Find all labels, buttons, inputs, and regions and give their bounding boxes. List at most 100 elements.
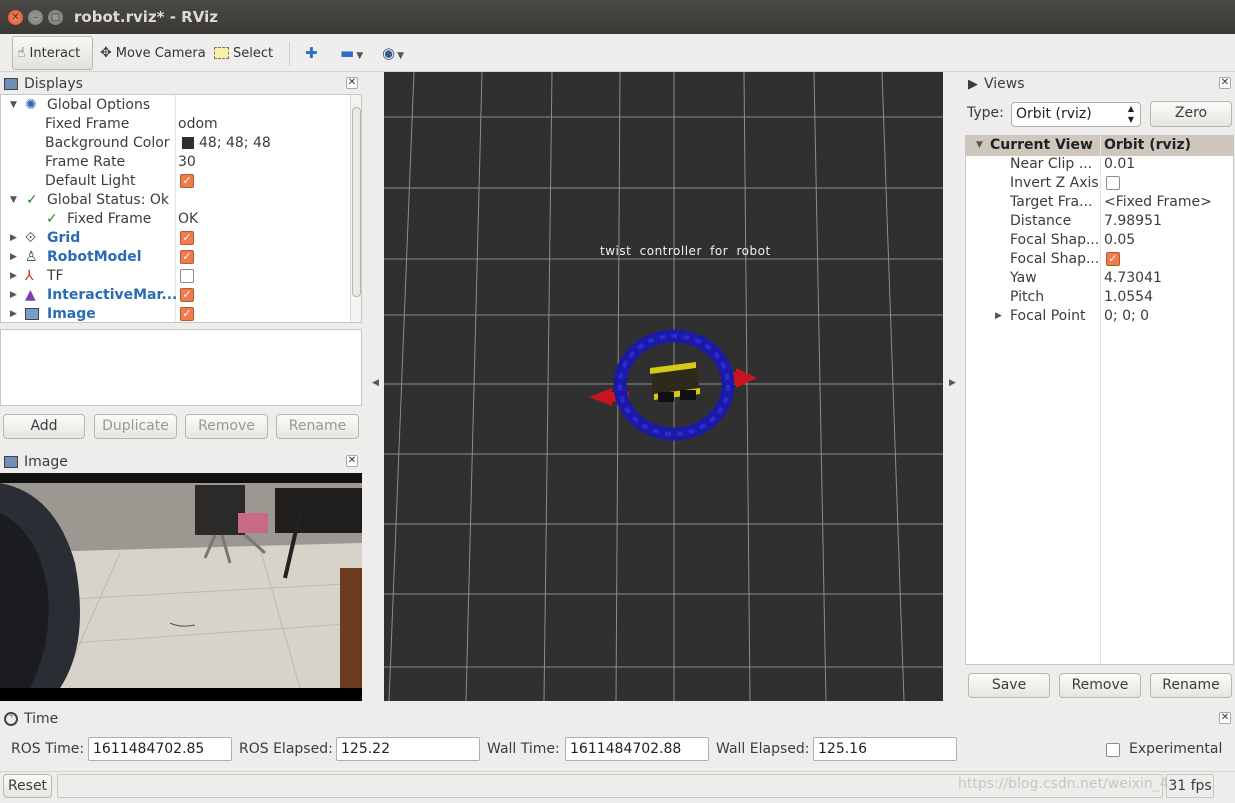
display-item-grid[interactable]: ▶ ⟐ Grid ✓ <box>1 229 341 248</box>
interactivemarkers-checkbox[interactable]: ✓ <box>180 286 194 305</box>
display-item-interactivemarkers[interactable]: ▶ ▲ InteractiveMar... ✓ <box>1 286 341 305</box>
left-splitter-arrow-icon[interactable]: ◀ <box>372 378 379 388</box>
target-frame-value[interactable]: <Fixed Frame> <box>1104 193 1212 212</box>
select-tool-button[interactable]: Select <box>210 36 277 70</box>
add-display-button[interactable]: Add <box>3 414 85 439</box>
chevron-down-icon: ▼ <box>356 51 364 61</box>
focal-point-value[interactable]: 0; 0; 0 <box>1104 307 1149 326</box>
displays-close-icon[interactable]: ✕ <box>346 77 358 89</box>
view-type-select[interactable]: Orbit (rviz) ▲ ▼ <box>1011 102 1141 127</box>
status-fixed-frame-row: ✓ Fixed Frame OK <box>1 210 301 229</box>
grid-and-marker <box>384 72 943 701</box>
select-label: Select <box>233 45 274 61</box>
zero-button[interactable]: Zero <box>1150 101 1232 127</box>
collapse-triangle-icon[interactable]: ▶ <box>10 229 17 248</box>
image-panel-close-icon[interactable]: ✕ <box>346 455 358 467</box>
pitch-value[interactable]: 1.0554 <box>1104 288 1153 307</box>
expand-triangle-icon[interactable]: ▼ <box>10 96 17 115</box>
ok-check-icon: ✓ <box>46 211 58 227</box>
column-divider <box>1100 136 1101 664</box>
add-tool-icon[interactable]: ✚ <box>305 44 318 62</box>
remove-display-button[interactable]: Remove <box>185 414 268 439</box>
expand-triangle-icon[interactable]: ▼ <box>10 191 17 210</box>
distance-value[interactable]: 7.98951 <box>1104 212 1162 231</box>
displays-scrollbar[interactable] <box>350 95 361 322</box>
background-color-value[interactable]: 48; 48; 48 <box>182 134 271 153</box>
type-label: Type: <box>967 105 1004 121</box>
eye-icon[interactable]: ◉ ▼ <box>382 44 404 62</box>
move-camera-tool-button[interactable]: ✥ Move Camera <box>96 36 210 70</box>
fixed-frame-value[interactable]: odom <box>178 115 218 134</box>
rename-view-button[interactable]: Rename <box>1150 673 1232 698</box>
views-tree: ▼ Current View Orbit (rviz) Near Clip ..… <box>965 135 1234 665</box>
collapse-triangle-icon[interactable]: ▶ <box>10 248 17 267</box>
ros-elapsed-field[interactable]: 125.22 <box>336 737 480 761</box>
views-close-icon[interactable]: ✕ <box>1219 77 1231 89</box>
focal-shape-fixed-checkbox[interactable]: ✓ <box>1106 250 1120 269</box>
image-checkbox[interactable]: ✓ <box>180 305 194 322</box>
window-maximize-button[interactable]: □ <box>48 10 63 25</box>
wall-time-field[interactable]: 1611484702.88 <box>565 737 709 761</box>
experimental-label: Experimental <box>1129 741 1223 757</box>
frame-rate-value[interactable]: 30 <box>178 153 196 172</box>
move-camera-icon: ✥ <box>100 45 112 61</box>
near-clip-value[interactable]: 0.01 <box>1104 155 1135 174</box>
interact-tool-button[interactable]: ☝ Interact <box>12 36 93 70</box>
display-item-tf[interactable]: ▶ ⅄ TF ✓ <box>1 267 341 286</box>
robotmodel-checkbox[interactable]: ✓ <box>180 248 194 267</box>
save-view-button[interactable]: Save <box>968 673 1050 698</box>
grid-checkbox[interactable]: ✓ <box>180 229 194 248</box>
rename-display-button[interactable]: Rename <box>276 414 359 439</box>
displays-tree: ▼ ✺ Global Options Fixed Frame odom Back… <box>0 94 362 323</box>
ros-time-field[interactable]: 1611484702.85 <box>88 737 232 761</box>
wall-elapsed-field[interactable]: 125.16 <box>813 737 957 761</box>
window-minimize-button[interactable]: – <box>28 10 43 25</box>
expand-triangle-icon[interactable]: ▼ <box>976 136 983 155</box>
collapse-triangle-icon[interactable]: ▶ <box>10 305 17 322</box>
tf-checkbox[interactable]: ✓ <box>180 267 194 286</box>
remove-tool-icon[interactable]: ▬ ▼ <box>340 44 363 62</box>
camera-image-drawing <box>0 483 362 701</box>
displays-title: Displays <box>24 76 83 92</box>
display-item-label: RobotModel <box>47 249 142 265</box>
render-3d-viewport[interactable]: twist controller for robot <box>384 72 943 701</box>
image-icon <box>4 456 18 468</box>
clock-icon: ⌝ <box>4 712 18 726</box>
distance-label: Distance <box>1010 213 1072 229</box>
display-item-robotmodel[interactable]: ▶ ♙ RobotModel ✓ <box>1 248 341 267</box>
collapse-triangle-icon[interactable]: ▶ <box>10 267 17 286</box>
current-view-value: Orbit (rviz) <box>1104 137 1191 153</box>
view-type-value: Orbit (rviz) <box>1016 106 1092 122</box>
collapse-triangle-icon[interactable]: ▶ <box>10 286 17 305</box>
display-item-image[interactable]: ▶ Image ✓ <box>1 305 341 322</box>
spin-arrows-icon: ▲ ▼ <box>1127 104 1134 124</box>
robot-wheel-left <box>658 392 674 402</box>
reset-button[interactable]: Reset <box>3 774 52 798</box>
invert-z-checkbox[interactable]: ✓ <box>1106 174 1120 193</box>
window-close-button[interactable]: ✕ <box>8 10 23 25</box>
scrollbar-thumb[interactable] <box>352 107 361 297</box>
watermark-text: https://blog.csdn.net/weixin_4 <box>958 776 1169 792</box>
toolbar-separator <box>289 42 290 66</box>
interact-label: Interact <box>29 45 81 61</box>
focal-shape-size-value[interactable]: 0.05 <box>1104 231 1135 250</box>
time-panel-close-icon[interactable]: ✕ <box>1219 712 1231 724</box>
background-color-label: Background Color <box>45 135 170 151</box>
collapse-triangle-icon[interactable]: ▶ <box>995 307 1002 326</box>
views-panel-header: ▶ Views <box>968 73 1230 95</box>
default-light-checkbox[interactable]: ✓ <box>180 172 194 191</box>
yaw-value[interactable]: 4.73041 <box>1104 269 1162 288</box>
target-frame-label: Target Fra... <box>1010 194 1093 210</box>
displays-panel-header: Displays <box>4 73 362 95</box>
right-splitter-arrow-icon[interactable]: ▶ <box>949 378 956 388</box>
duplicate-display-button[interactable]: Duplicate <box>94 414 177 439</box>
focal-point-row[interactable]: ▶ Focal Point <box>966 307 1100 326</box>
display-description-box <box>0 329 362 406</box>
experimental-checkbox[interactable]: ✓ <box>1106 742 1120 758</box>
window-title: robot.rviz* - RViz <box>74 8 218 26</box>
ros-elapsed-label: ROS Elapsed: <box>239 741 333 757</box>
remove-view-button[interactable]: Remove <box>1059 673 1141 698</box>
display-item-label: Image <box>47 306 96 322</box>
near-clip-label: Near Clip ... <box>1010 156 1093 172</box>
invert-z-label: Invert Z Axis <box>1010 175 1099 191</box>
